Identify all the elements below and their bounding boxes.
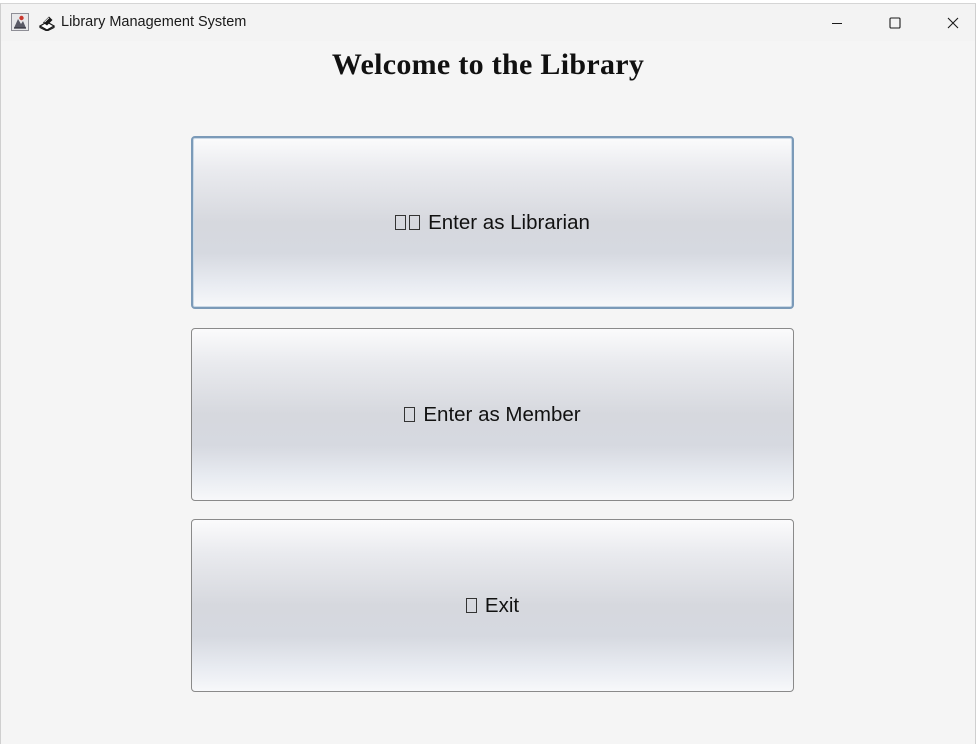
app-window: Library Management System Welcome to the… — [0, 3, 976, 744]
window-title: Library Management System — [61, 14, 247, 30]
minimize-button[interactable] — [814, 4, 860, 41]
close-icon — [947, 17, 959, 28]
enter-as-member-button[interactable]: Enter as Member — [191, 328, 794, 501]
exit-button[interactable]: Exit — [191, 519, 794, 692]
books-icon — [38, 15, 56, 32]
button-label: Enter as Librarian — [428, 210, 590, 234]
button-label: Enter as Member — [423, 402, 581, 426]
missing-glyph-icon — [395, 215, 423, 230]
missing-glyph-icon — [404, 407, 418, 422]
close-button[interactable] — [930, 4, 976, 41]
java-app-icon[interactable] — [11, 13, 29, 31]
maximize-button[interactable] — [872, 4, 918, 41]
enter-as-librarian-button[interactable]: Enter as Librarian — [191, 136, 794, 309]
page-heading: Welcome to the Library — [331, 48, 645, 81]
maximize-icon — [889, 16, 901, 29]
title-bar[interactable]: Library Management System — [1, 4, 975, 41]
minimize-icon — [832, 22, 842, 24]
button-label: Exit — [484, 593, 520, 617]
missing-glyph-icon — [465, 598, 480, 613]
